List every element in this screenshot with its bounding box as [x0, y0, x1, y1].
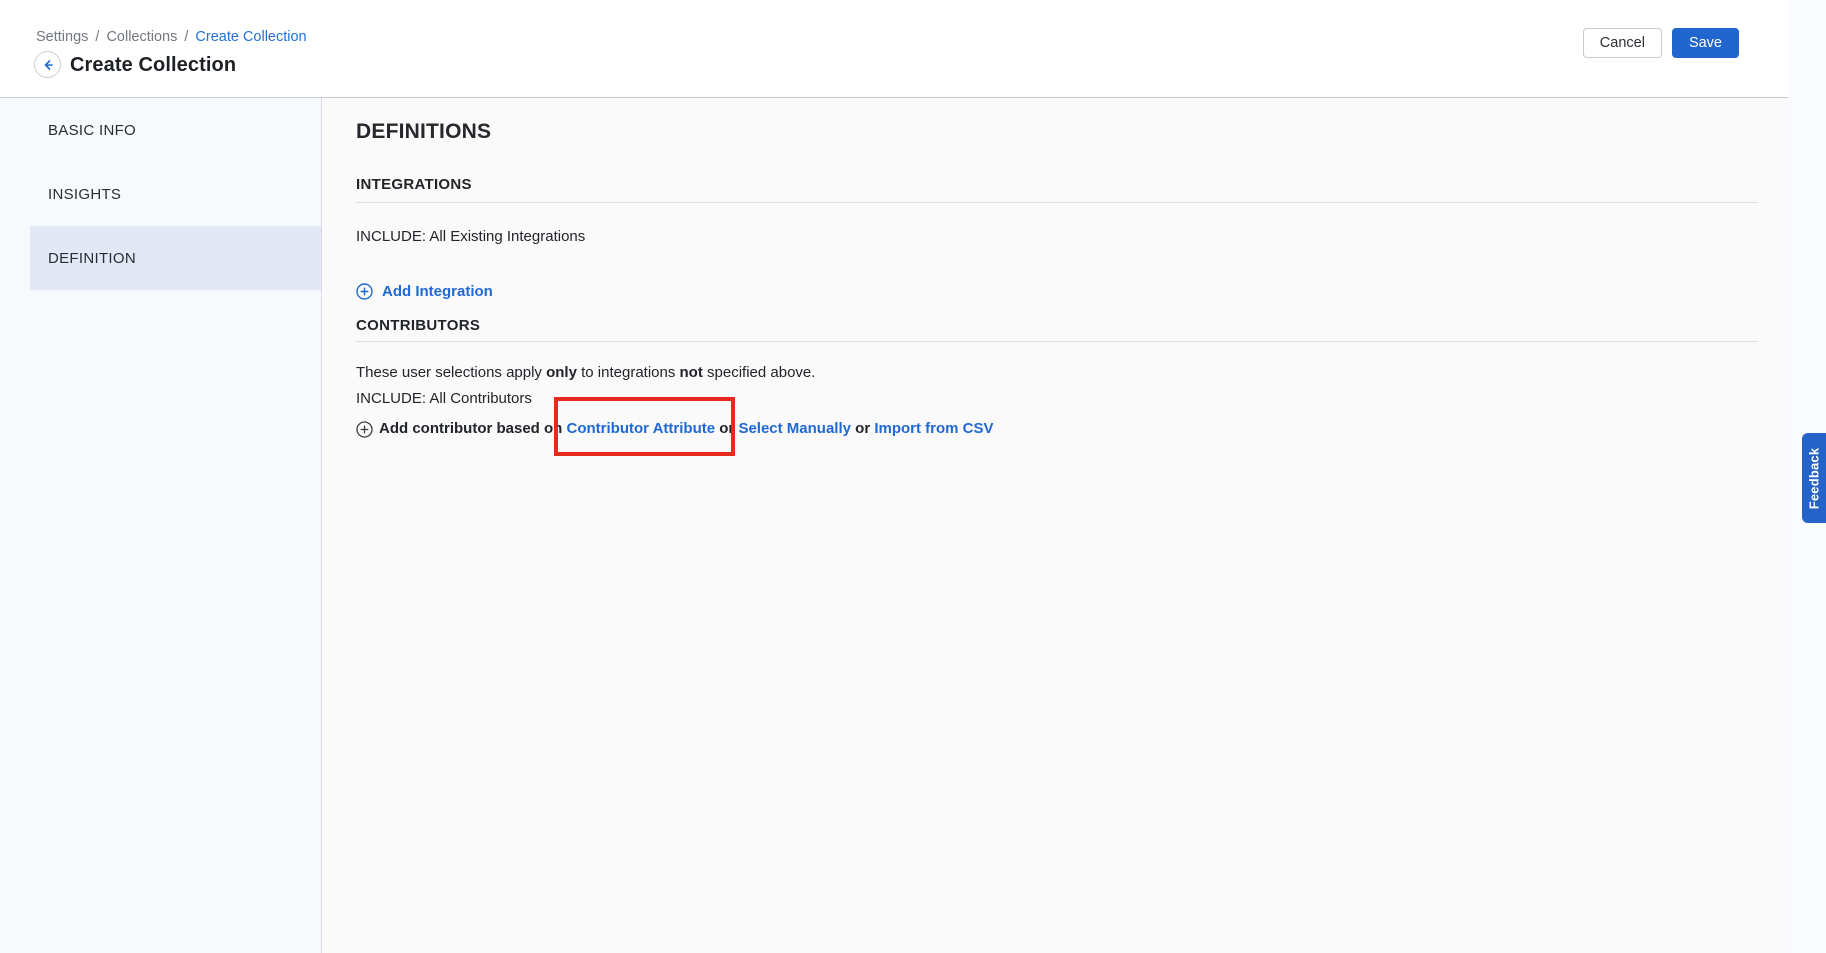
- feedback-tab[interactable]: Feedback: [1802, 433, 1826, 523]
- add-contributor-prefix: Add contributor based on: [379, 419, 567, 439]
- add-integration-link[interactable]: Add Integration: [356, 281, 493, 301]
- note-bold-only: only: [546, 364, 577, 381]
- integrations-include-text: INCLUDE: All Existing Integrations: [356, 228, 1758, 246]
- note-text: to integrations: [577, 364, 680, 381]
- sidebar-item-definition[interactable]: DEFINITION: [30, 226, 321, 290]
- breadcrumb-separator: /: [184, 29, 188, 45]
- add-contributor-row: Add contributor based on Contributor Att…: [356, 419, 1758, 439]
- contributors-include-text: INCLUDE: All Contributors: [356, 390, 1758, 408]
- sidebar-item-basic-info[interactable]: BASIC INFO: [30, 98, 321, 162]
- sidebar-nav: BASIC INFO INSIGHTS DEFINITION: [0, 98, 322, 953]
- right-gutter: [1788, 98, 1826, 953]
- select-manually-link[interactable]: Select Manually: [738, 419, 851, 439]
- sidebar-item-label: DEFINITION: [48, 250, 136, 267]
- back-button[interactable]: [34, 51, 61, 78]
- sidebar-item-insights[interactable]: INSIGHTS: [30, 162, 321, 226]
- main-panel: DEFINITIONS INTEGRATIONS INCLUDE: All Ex…: [322, 98, 1788, 953]
- breadcrumb-item-settings[interactable]: Settings: [36, 29, 88, 45]
- note-text: specified above.: [703, 364, 816, 381]
- breadcrumb-item-collections[interactable]: Collections: [106, 29, 177, 45]
- definitions-heading: DEFINITIONS: [356, 119, 1758, 145]
- header-actions: Cancel Save: [1583, 28, 1739, 58]
- feedback-label: Feedback: [1807, 447, 1822, 509]
- or-text: or: [851, 419, 874, 439]
- contributors-note: These user selections apply only to inte…: [356, 364, 1758, 382]
- page-header: Settings / Collections / Create Collection C…: [0, 0, 1788, 98]
- note-text: These user selections apply: [356, 364, 546, 381]
- cancel-button[interactable]: Cancel: [1583, 28, 1662, 58]
- title-row: Create Collection: [34, 51, 236, 78]
- contributor-attribute-wrapper: Contributor Attribute: [567, 419, 716, 439]
- sidebar-item-label: BASIC INFO: [48, 122, 136, 139]
- save-button[interactable]: Save: [1672, 28, 1739, 58]
- arrow-left-icon: [41, 58, 55, 72]
- plus-circle-icon: [356, 283, 373, 300]
- integrations-section-header: INTEGRATIONS: [356, 176, 1758, 203]
- or-text: or: [715, 419, 738, 439]
- contributor-attribute-link[interactable]: Contributor Attribute: [567, 420, 716, 437]
- breadcrumb-separator: /: [95, 29, 99, 45]
- sidebar-item-label: INSIGHTS: [48, 186, 121, 203]
- breadcrumb-item-create-collection[interactable]: Create Collection: [195, 29, 306, 45]
- add-integration-label: Add Integration: [382, 283, 493, 300]
- breadcrumb: Settings / Collections / Create Collection: [36, 28, 307, 46]
- page-title: Create Collection: [70, 52, 236, 78]
- import-from-csv-link[interactable]: Import from CSV: [874, 419, 993, 439]
- contributors-section-header: CONTRIBUTORS: [356, 317, 1758, 342]
- plus-circle-icon: [356, 421, 373, 438]
- note-bold-not: not: [680, 364, 703, 381]
- content-area: BASIC INFO INSIGHTS DEFINITION DEFINITIO…: [0, 98, 1826, 953]
